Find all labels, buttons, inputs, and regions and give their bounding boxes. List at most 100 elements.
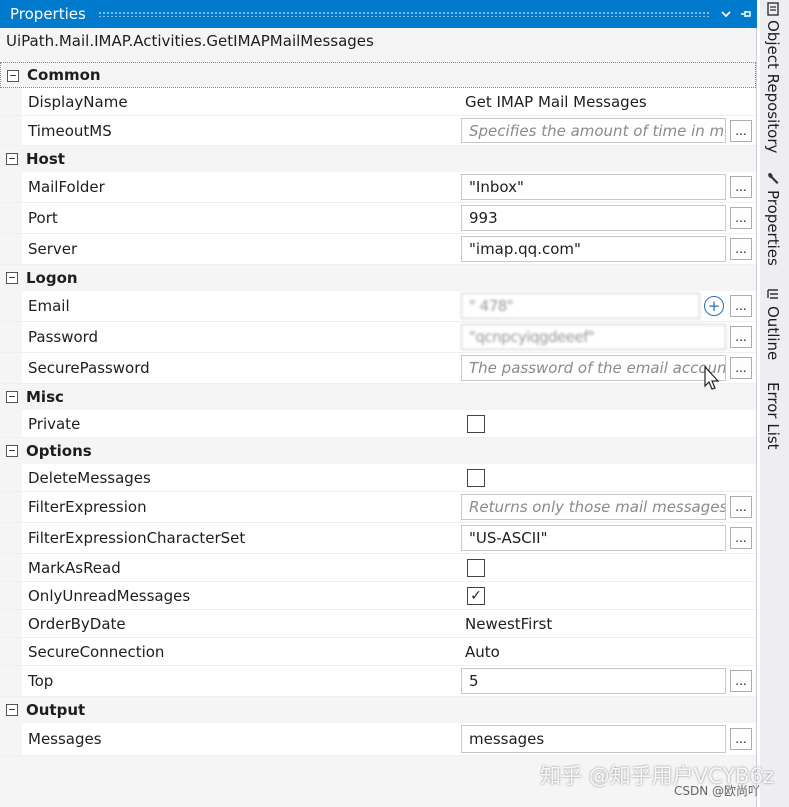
property-name: OrderByDate	[28, 614, 126, 633]
collapse-icon[interactable]: −	[6, 391, 18, 403]
collapse-icon[interactable]: −	[6, 272, 18, 284]
password-input[interactable]: "qcnpcyiqgdeeef"	[461, 324, 726, 350]
row-gutter	[0, 234, 22, 264]
row-gutter	[0, 291, 22, 321]
onlyunreadmessages-checkbox[interactable]: ✓	[467, 586, 485, 605]
property-row-filterexpressioncharacterset[interactable]: FilterExpressionCharacterSet "US-ASCII" …	[0, 523, 756, 554]
port-input[interactable]: 993	[461, 205, 726, 231]
collapse-icon[interactable]: −	[6, 704, 18, 716]
property-row-displayname[interactable]: DisplayName Get IMAP Mail Messages	[0, 88, 756, 116]
password-ellipsis-button[interactable]: ...	[730, 326, 752, 348]
filterexpression-input[interactable]: Returns only those mail messages t	[461, 494, 726, 520]
property-row-filterexpression[interactable]: FilterExpression Returns only those mail…	[0, 492, 756, 523]
property-row-securepassword[interactable]: SecurePassword The password of the email…	[0, 353, 756, 384]
property-row-messages[interactable]: Messages messages ...	[0, 723, 756, 756]
property-row-deletemessages[interactable]: DeleteMessages	[0, 464, 756, 492]
category-misc[interactable]: − Misc	[0, 384, 756, 410]
category-output[interactable]: − Output	[0, 697, 756, 723]
row-gutter	[0, 666, 22, 696]
filterexpressioncharacterset-ellipsis-button[interactable]: ...	[730, 527, 752, 549]
pin-icon[interactable]	[737, 3, 755, 25]
property-row-timeoutms[interactable]: TimeoutMS Specifies the amount of time i…	[0, 116, 756, 146]
row-gutter	[0, 88, 22, 115]
property-row-email[interactable]: Email " 478" + ...	[0, 291, 756, 322]
property-row-port[interactable]: Port 993 ...	[0, 203, 756, 234]
row-gutter	[0, 523, 22, 553]
private-checkbox[interactable]	[467, 414, 485, 433]
property-name: Port	[28, 209, 58, 227]
mailfolder-ellipsis-button[interactable]: ...	[730, 176, 752, 198]
property-row-onlyunreadmessages[interactable]: OnlyUnreadMessages ✓	[0, 582, 756, 610]
collapse-icon[interactable]: −	[6, 153, 18, 165]
tab-label: Object Repository	[764, 20, 782, 154]
property-name: DeleteMessages	[28, 468, 151, 487]
timeoutms-input[interactable]: Specifies the amount of time in mil	[461, 118, 726, 143]
category-common[interactable]: − Common	[0, 62, 756, 88]
row-gutter	[0, 353, 22, 383]
property-name: Email	[28, 297, 70, 315]
tab-properties[interactable]: Properties	[764, 172, 782, 266]
markasread-checkbox[interactable]	[467, 558, 485, 577]
chevron-down-icon[interactable]	[717, 3, 735, 25]
property-row-secureconnection[interactable]: SecureConnection Auto	[0, 638, 756, 666]
displayname-value[interactable]: Get IMAP Mail Messages	[461, 90, 726, 113]
filterexpression-ellipsis-button[interactable]: ...	[730, 496, 752, 518]
property-row-top[interactable]: Top 5 ...	[0, 666, 756, 697]
port-ellipsis-button[interactable]: ...	[730, 207, 752, 229]
tab-error-list[interactable]: Error List	[764, 382, 782, 450]
email-input[interactable]: " 478"	[461, 293, 700, 319]
row-gutter	[0, 582, 22, 609]
tool-window-strip: Object Repository Properties Outline Err…	[760, 0, 789, 807]
property-row-orderbydate[interactable]: OrderByDate NewestFirst	[0, 610, 756, 638]
secureconnection-value[interactable]: Auto	[461, 640, 726, 663]
category-logon[interactable]: − Logon	[0, 265, 756, 291]
tab-outline[interactable]: Outline	[764, 288, 782, 360]
top-input[interactable]: 5	[461, 668, 726, 694]
top-ellipsis-button[interactable]: ...	[730, 670, 752, 692]
property-row-markasread[interactable]: MarkAsRead	[0, 554, 756, 582]
property-name: MarkAsRead	[28, 558, 121, 577]
property-name: Private	[28, 414, 81, 433]
property-row-server[interactable]: Server "imap.qq.com" ...	[0, 234, 756, 265]
property-row-mailfolder[interactable]: MailFolder "Inbox" ...	[0, 172, 756, 203]
category-label: Logon	[26, 269, 78, 287]
property-name: FilterExpression	[28, 498, 147, 516]
mouse-pointer-icon	[704, 366, 720, 390]
property-name: Messages	[28, 730, 102, 748]
server-input[interactable]: "imap.qq.com"	[461, 236, 726, 262]
outline-icon	[765, 288, 781, 302]
mailfolder-input[interactable]: "Inbox"	[461, 174, 726, 200]
category-host[interactable]: − Host	[0, 146, 756, 172]
filterexpressioncharacterset-input[interactable]: "US-ASCII"	[461, 525, 726, 551]
orderbydate-value[interactable]: NewestFirst	[461, 612, 726, 635]
csdn-watermark: CSDN @欧尚吖	[674, 784, 761, 798]
row-gutter	[0, 116, 22, 145]
deletemessages-checkbox[interactable]	[467, 468, 485, 487]
tab-object-repository[interactable]: Object Repository	[764, 2, 782, 153]
properties-title-bar[interactable]: Properties	[0, 0, 757, 28]
title-bar-grip[interactable]	[97, 11, 709, 17]
category-label: Host	[26, 150, 65, 168]
messages-ellipsis-button[interactable]: ...	[730, 728, 752, 750]
wrench-icon	[765, 172, 781, 186]
collapse-icon[interactable]: −	[6, 445, 18, 457]
row-gutter	[0, 492, 22, 522]
category-options[interactable]: − Options	[0, 438, 756, 464]
messages-input[interactable]: messages	[461, 725, 726, 753]
category-label: Options	[26, 442, 92, 460]
collapse-icon[interactable]: −	[7, 70, 19, 82]
property-row-password[interactable]: Password "qcnpcyiqgdeeef" ...	[0, 322, 756, 353]
timeoutms-ellipsis-button[interactable]: ...	[730, 119, 752, 142]
server-ellipsis-button[interactable]: ...	[730, 238, 752, 260]
row-gutter	[0, 410, 22, 437]
property-row-private[interactable]: Private	[0, 410, 756, 438]
email-ellipsis-button[interactable]: ...	[730, 295, 752, 317]
category-label: Misc	[26, 388, 64, 406]
row-gutter	[0, 723, 22, 755]
property-name: FilterExpressionCharacterSet	[28, 529, 246, 547]
row-gutter	[0, 203, 22, 233]
securepassword-input[interactable]: The password of the email account	[461, 355, 726, 381]
securepassword-ellipsis-button[interactable]: ...	[730, 357, 752, 379]
property-grid: − Common DisplayName Get IMAP Mail Messa…	[0, 62, 756, 756]
add-icon[interactable]: +	[704, 296, 724, 316]
